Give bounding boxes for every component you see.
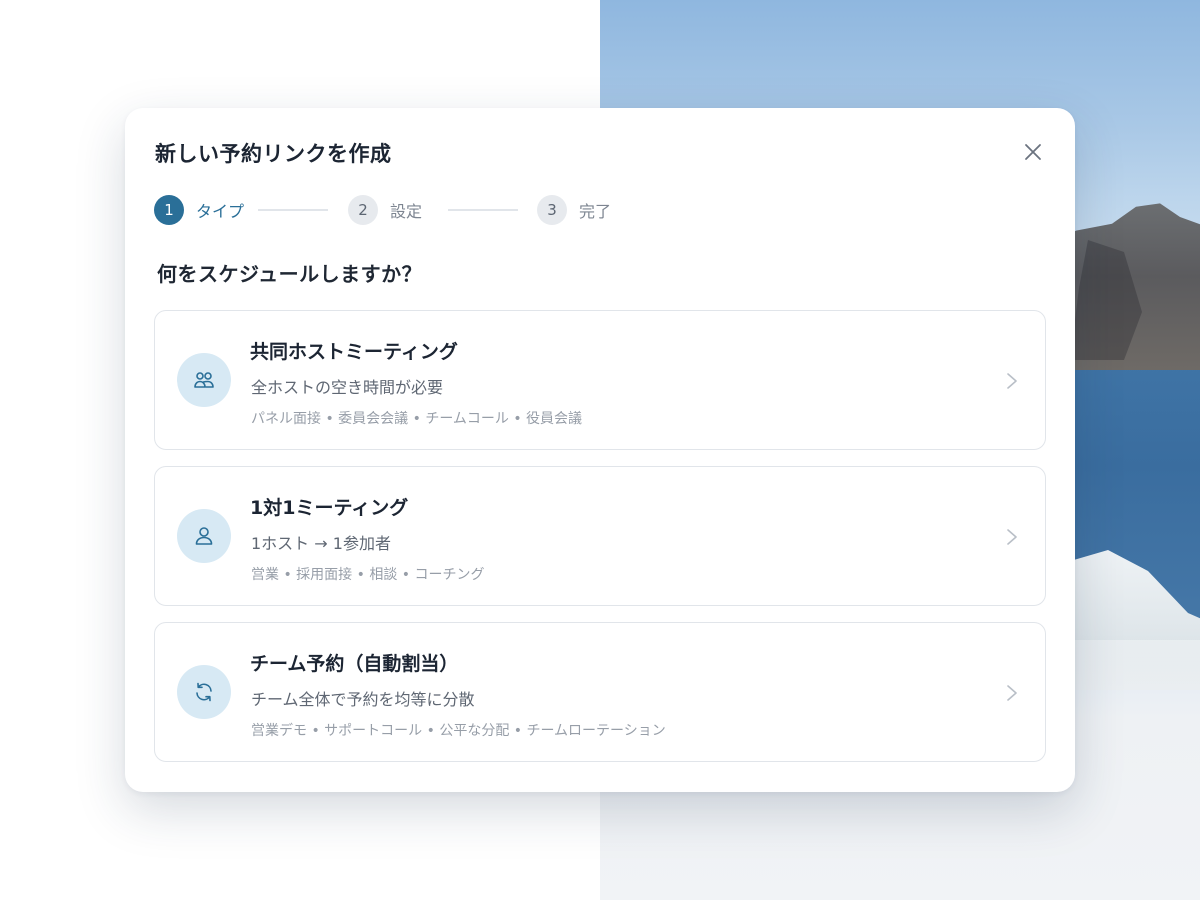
option-co-host-meeting[interactable]: 共同ホストミーティング 全ホストの空き時間が必要 パネル面接 • 委員会会議 •…	[154, 310, 1046, 450]
group-icon	[194, 372, 214, 388]
step-complete[interactable]: 3 完了	[537, 195, 611, 225]
option-examples: 営業デモ • サポートコール • 公平な分配 • チームローテーション	[251, 723, 666, 739]
step-settings[interactable]: 2 設定	[348, 195, 422, 225]
stepper: 1 タイプ 2 設定 3 完了	[154, 195, 674, 225]
step-label: タイプ	[196, 202, 245, 221]
option-description: 1ホスト → 1参加者	[251, 534, 391, 553]
step-label: 設定	[390, 202, 423, 221]
option-one-on-one-meeting[interactable]: 1対1ミーティング 1ホスト → 1参加者 営業 • 採用面接 • 相談 • コ…	[154, 466, 1046, 606]
option-description: 全ホストの空き時間が必要	[251, 378, 444, 397]
option-icon-circle	[177, 509, 231, 563]
person-icon	[195, 527, 213, 545]
step-number: 1	[154, 195, 184, 225]
option-icon-circle	[177, 665, 231, 719]
step-number: 3	[537, 195, 567, 225]
step-label: 完了	[579, 202, 612, 221]
option-examples: 営業 • 採用面接 • 相談 • コーチング	[251, 567, 485, 583]
option-team-booking[interactable]: チーム予約（自動割当） チーム全体で予約を均等に分散 営業デモ • サポートコー…	[154, 622, 1046, 762]
option-examples: パネル面接 • 委員会会議 • チームコール • 役員会議	[251, 411, 583, 427]
step-connector	[258, 209, 328, 211]
step-number: 2	[348, 195, 378, 225]
step-connector	[448, 209, 518, 211]
option-title: 共同ホストミーティング	[250, 341, 458, 363]
rotate-icon	[196, 682, 212, 702]
option-title: 1対1ミーティング	[250, 497, 409, 519]
chevron-right-icon	[1007, 529, 1017, 545]
close-icon	[1025, 144, 1041, 160]
chevron-right-icon	[1007, 373, 1017, 389]
step-type[interactable]: 1 タイプ	[154, 195, 244, 225]
option-icon-circle	[177, 353, 231, 407]
dialog-title: 新しい予約リンクを作成	[155, 142, 392, 166]
chevron-right-icon	[1007, 685, 1017, 701]
create-booking-link-dialog: 新しい予約リンクを作成 1 タイプ 2 設定 3 完了 何をスケジュールしますか…	[125, 108, 1075, 792]
section-question: 何をスケジュールしますか？	[157, 262, 423, 286]
option-description: チーム全体で予約を均等に分散	[251, 690, 475, 709]
option-title: チーム予約（自動割当）	[250, 653, 459, 675]
close-button[interactable]	[1021, 140, 1045, 164]
